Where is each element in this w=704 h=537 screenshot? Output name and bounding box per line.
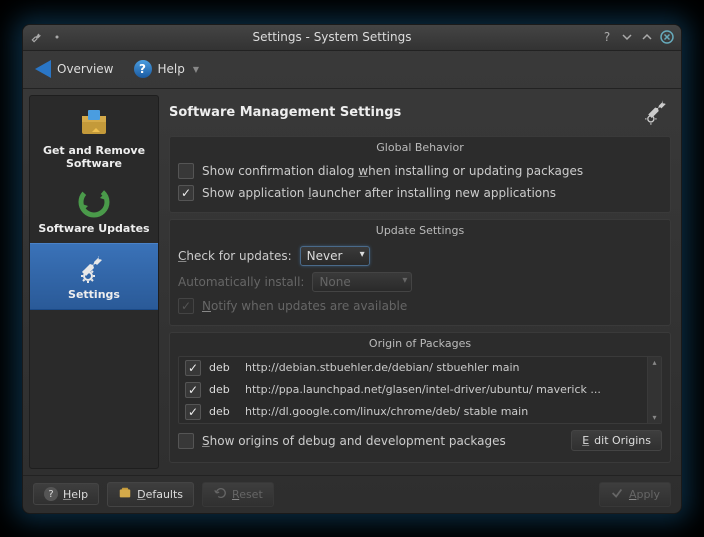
edit-origins-button[interactable]: Edit Origins bbox=[571, 430, 662, 451]
close-icon[interactable] bbox=[659, 29, 675, 45]
origin-url: http://dl.google.com/linux/chrome/deb/ s… bbox=[245, 405, 655, 418]
pin-icon[interactable] bbox=[49, 29, 65, 45]
origin-row[interactable]: deb http://debian.stbuehler.de/debian/ s… bbox=[179, 357, 661, 379]
sidebar-item-get-remove[interactable]: Get and Remove Software bbox=[30, 100, 158, 178]
origin-type: deb bbox=[209, 405, 237, 418]
origin-row[interactable]: deb http://ppa.launchpad.net/glasen/inte… bbox=[179, 379, 661, 401]
sidebar-item-label: Get and Remove Software bbox=[34, 144, 154, 170]
group-legend: Origin of Packages bbox=[178, 337, 662, 350]
apply-button: Apply bbox=[599, 482, 671, 507]
sidebar-item-updates[interactable]: Software Updates bbox=[30, 178, 158, 243]
undo-icon bbox=[213, 486, 227, 503]
package-icon bbox=[78, 108, 110, 140]
sidebar-item-label: Software Updates bbox=[38, 222, 149, 235]
launcher-checkbox[interactable] bbox=[178, 185, 194, 201]
settings-window: Settings - System Settings ? Overview ? … bbox=[22, 24, 682, 514]
help-small-icon: ? bbox=[44, 487, 58, 501]
dialog-buttonbar: ? Help Defaults Reset Apply bbox=[23, 475, 681, 513]
notify-checkbox bbox=[178, 298, 194, 314]
global-behavior-group: Global Behavior Show confirmation dialog… bbox=[169, 136, 671, 213]
confirm-label: Show confirmation dialog when installing… bbox=[202, 164, 583, 178]
back-arrow-icon bbox=[35, 60, 51, 78]
wrench-large-icon bbox=[643, 97, 671, 128]
check-icon bbox=[610, 486, 624, 503]
maximize-icon[interactable] bbox=[639, 29, 655, 45]
origin-type: deb bbox=[209, 383, 237, 396]
overview-label: Overview bbox=[57, 62, 114, 76]
origin-checkbox[interactable] bbox=[185, 404, 201, 420]
confirm-checkbox[interactable] bbox=[178, 163, 194, 179]
wrench-icon[interactable] bbox=[29, 29, 45, 45]
origin-url: http://ppa.launchpad.net/glasen/intel-dr… bbox=[245, 383, 655, 396]
whatsthis-icon[interactable]: ? bbox=[599, 29, 615, 45]
help-label: Help bbox=[158, 62, 185, 76]
scroll-up-icon[interactable]: ▴ bbox=[648, 357, 661, 368]
titlebar: Settings - System Settings ? bbox=[23, 25, 681, 51]
origin-checkbox[interactable] bbox=[185, 382, 201, 398]
content-area: Software Management Settings Global Beha… bbox=[159, 89, 681, 475]
toolbar: Overview ? Help ▼ bbox=[23, 51, 681, 89]
auto-install-select: None bbox=[312, 272, 412, 292]
update-settings-group: Update Settings Check for updates: Never… bbox=[169, 219, 671, 326]
scroll-down-icon[interactable]: ▾ bbox=[648, 412, 661, 423]
sidebar-item-label: Settings bbox=[68, 288, 120, 301]
notify-label: Notify when updates are available bbox=[202, 299, 407, 313]
show-debug-label: Show origins of debug and development pa… bbox=[202, 434, 506, 448]
help-menu-button[interactable]: ? Help ▼ bbox=[130, 58, 204, 80]
chevron-down-icon: ▼ bbox=[193, 65, 199, 74]
group-legend: Update Settings bbox=[178, 224, 662, 237]
origin-url: http://debian.stbuehler.de/debian/ stbue… bbox=[245, 361, 655, 374]
minimize-icon[interactable] bbox=[619, 29, 635, 45]
defaults-button[interactable]: Defaults bbox=[107, 482, 194, 507]
launcher-label: Show application launcher after installi… bbox=[202, 186, 556, 200]
page-title: Software Management Settings bbox=[169, 105, 401, 120]
group-legend: Global Behavior bbox=[178, 141, 662, 154]
scrollbar[interactable]: ▴▾ bbox=[647, 357, 661, 423]
origins-group: Origin of Packages deb http://debian.stb… bbox=[169, 332, 671, 463]
origin-row[interactable]: deb http://dl.google.com/linux/chrome/de… bbox=[179, 401, 661, 423]
updates-icon bbox=[78, 186, 110, 218]
check-updates-select[interactable]: Never bbox=[300, 246, 370, 266]
help-icon: ? bbox=[134, 60, 152, 78]
check-updates-label: Check for updates: bbox=[178, 249, 292, 263]
auto-install-label: Automatically install: bbox=[178, 275, 304, 289]
sidebar: Get and Remove Software Software Updates… bbox=[29, 95, 159, 469]
settings-icon bbox=[78, 252, 110, 284]
show-debug-checkbox[interactable] bbox=[178, 433, 194, 449]
sidebar-item-settings[interactable]: Settings bbox=[30, 243, 158, 310]
reset-button: Reset bbox=[202, 482, 274, 507]
defaults-icon bbox=[118, 486, 132, 503]
help-button[interactable]: ? Help bbox=[33, 483, 99, 505]
origins-list[interactable]: deb http://debian.stbuehler.de/debian/ s… bbox=[178, 356, 662, 424]
origin-type: deb bbox=[209, 361, 237, 374]
window-title: Settings - System Settings bbox=[65, 30, 599, 44]
origin-checkbox[interactable] bbox=[185, 360, 201, 376]
overview-button[interactable]: Overview bbox=[31, 58, 118, 80]
